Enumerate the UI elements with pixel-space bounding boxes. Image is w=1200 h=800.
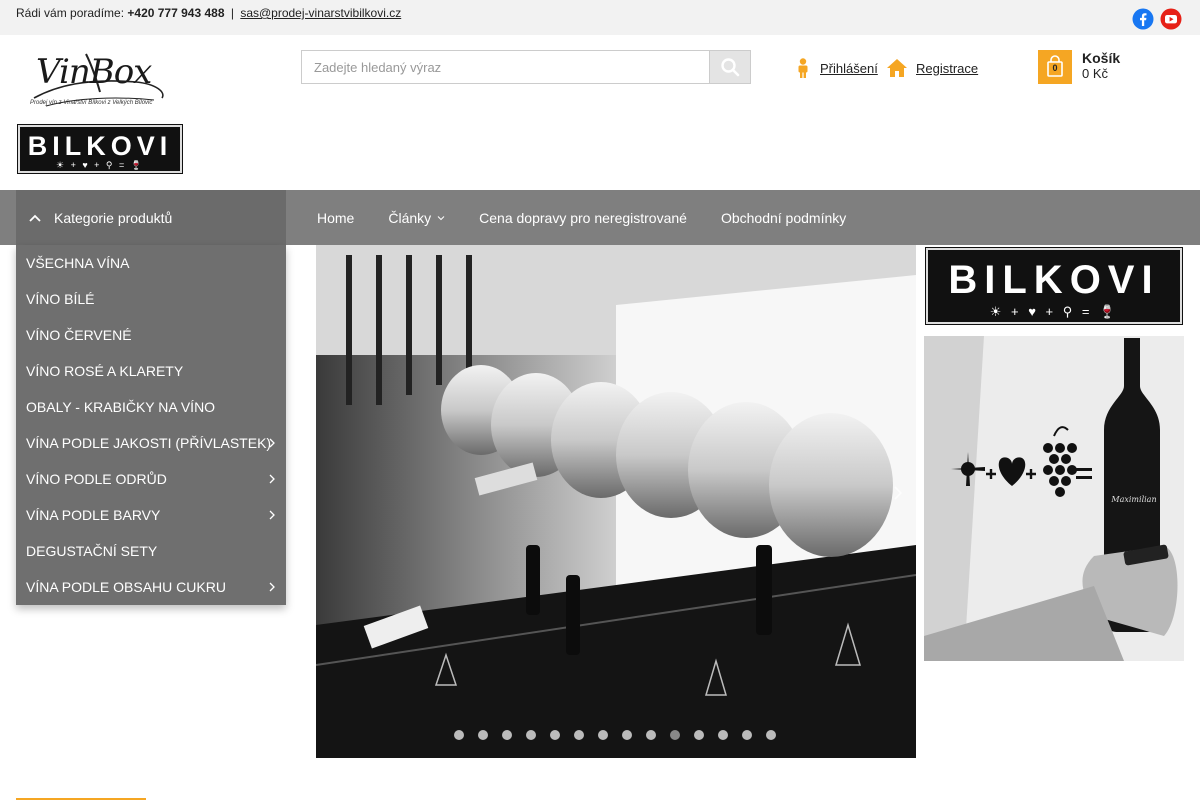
- slider-dot[interactable]: [550, 730, 560, 740]
- cart-widget[interactable]: 0 Košík 0 Kč: [1038, 50, 1120, 84]
- search-icon: [721, 58, 740, 77]
- category-item[interactable]: VÍNO PODLE ODRŮD: [16, 461, 286, 497]
- slider-dot[interactable]: [742, 730, 752, 740]
- youtube-icon[interactable]: [1160, 8, 1182, 30]
- slider-dot[interactable]: [622, 730, 632, 740]
- nav-item-home-label: Home: [317, 209, 355, 226]
- category-item[interactable]: VÍNA PODLE JAKOSTI (PŘÍVLASTEK): [16, 425, 286, 461]
- social-links: [1132, 8, 1182, 30]
- category-label: DEGUSTAČNÍ SETY: [26, 543, 158, 559]
- cart-bag-icon: 0: [1038, 50, 1072, 84]
- chevron-right-icon: [269, 510, 275, 520]
- bottle-label: Maximilian: [1110, 495, 1156, 504]
- login-link-group: Přihlášení: [794, 58, 878, 78]
- slider-dot[interactable]: [694, 730, 704, 740]
- slider-dot[interactable]: [670, 730, 680, 740]
- slider-dot[interactable]: [502, 730, 512, 740]
- category-label: VÍNO PODLE ODRŮD: [26, 471, 167, 487]
- register-link[interactable]: Registrace: [916, 61, 978, 76]
- chevron-up-icon: [29, 214, 41, 222]
- contact-email-link[interactable]: sas@prodej-vinarstvibilkovi.cz: [240, 6, 401, 20]
- slider-dot[interactable]: [526, 730, 536, 740]
- site-logo[interactable]: VinBox Prodej vín z Vinařství Bílkovi z …: [16, 48, 184, 176]
- nav-item-shipping-label: Cena dopravy pro neregistrované: [479, 209, 687, 226]
- category-item[interactable]: DEGUSTAČNÍ SETY: [16, 533, 286, 569]
- contact-intro: Rádi vám poradíme:: [16, 6, 125, 20]
- logo-bilkovi-box: BILKOVI ☀ + ♥ + ⚲ = 🍷: [17, 124, 183, 174]
- category-item[interactable]: VÍNA PODLE BARVY: [16, 497, 286, 533]
- category-list: VŠECHNA VÍNA VÍNO BÍLÉ VÍNO ČERVENÉ VÍNO…: [16, 245, 286, 605]
- nav-item-terms[interactable]: Obchodní podmínky: [704, 210, 863, 226]
- home-icon: [887, 59, 907, 77]
- slider-dot[interactable]: [454, 730, 464, 740]
- logo-brand-text: VinBox: [36, 52, 152, 92]
- category-label: VÍNA PODLE OBSAHU CUKRU: [26, 579, 226, 595]
- chevron-right-icon: [269, 582, 275, 592]
- category-item[interactable]: VÍNO BÍLÉ: [16, 281, 286, 317]
- category-label: VÍNA PODLE BARVY: [26, 507, 161, 523]
- banner-symbols: ☀ + ♥ + ⚲ = 🍷: [989, 304, 1119, 319]
- login-link[interactable]: Přihlášení: [820, 61, 878, 76]
- category-item[interactable]: OBALY - KRABIČKY NA VÍNO: [16, 389, 286, 425]
- cart-price: 0 Kč: [1082, 66, 1109, 81]
- main-navigation-bar: Kategorie produktů Home Články Cena dopr…: [0, 190, 1200, 245]
- register-link-group: Registrace: [886, 58, 978, 78]
- category-item[interactable]: VÍNO ROSÉ A KLARETY: [16, 353, 286, 389]
- logo-symbols: ☀ + ♥ + ⚲ = 🍷: [56, 160, 144, 170]
- facebook-icon[interactable]: [1132, 8, 1154, 30]
- slider-dot[interactable]: [574, 730, 584, 740]
- bilkovi-banner[interactable]: BILKOVI ☀ + ♥ + ⚲ = 🍷: [925, 247, 1183, 325]
- search-bar: [301, 50, 751, 84]
- slider-next-arrow-icon[interactable]: [890, 485, 906, 501]
- cart-title: Košík: [1082, 50, 1121, 66]
- cart-count: 0: [1052, 63, 1058, 73]
- category-label: VÍNO ROSÉ A KLARETY: [26, 363, 184, 379]
- category-label: VÍNO BÍLÉ: [26, 291, 95, 307]
- nav-item-shipping[interactable]: Cena dopravy pro neregistrované: [462, 210, 704, 226]
- wine-bottle-banner[interactable]: Maximilian: [924, 336, 1184, 661]
- categories-toggle[interactable]: Kategorie produktů: [16, 190, 286, 245]
- slider-dot[interactable]: [598, 730, 608, 740]
- contact-separator: |: [230, 6, 234, 20]
- wine-cellar-photo: [316, 245, 916, 758]
- category-label: VÍNA PODLE JAKOSTI (PŘÍVLASTEK): [26, 435, 272, 451]
- slider-dot[interactable]: [646, 730, 656, 740]
- slider-dot[interactable]: [766, 730, 776, 740]
- categories-label: Kategorie produktů: [54, 209, 173, 226]
- category-item[interactable]: VÍNO ČERVENÉ: [16, 317, 286, 353]
- category-item[interactable]: VŠECHNA VÍNA: [16, 245, 286, 281]
- slider-dot[interactable]: [718, 730, 728, 740]
- nav-item-articles[interactable]: Články: [371, 210, 462, 226]
- logo-bilkovi-text: BILKOVI: [27, 131, 173, 161]
- hand-holding-bottle-photo: Maximilian: [924, 336, 1184, 661]
- banner-bilkovi-text: BILKOVI: [948, 258, 1160, 302]
- category-item[interactable]: VÍNA PODLE OBSAHU CUKRU: [16, 569, 286, 605]
- main-menu: Home Články Cena dopravy pro neregistrov…: [300, 190, 863, 245]
- contact-phone[interactable]: +420 777 943 488: [127, 6, 224, 20]
- logo-tagline: Prodej vín z Vinařství Bílkovi z Velkých…: [30, 100, 153, 106]
- nav-item-home[interactable]: Home: [300, 210, 371, 226]
- nav-item-articles-label: Články: [388, 209, 432, 226]
- category-label: OBALY - KRABIČKY NA VÍNO: [26, 399, 216, 415]
- slider-pagination: [454, 730, 776, 740]
- chevron-right-icon: [269, 438, 275, 448]
- search-input[interactable]: [301, 50, 709, 84]
- user-icon: [798, 58, 808, 78]
- category-label: VÍNO ČERVENÉ: [26, 327, 132, 343]
- top-bar: Rádi vám poradíme: +420 777 943 488 | sa…: [0, 0, 1200, 35]
- chevron-right-icon: [269, 474, 275, 484]
- chevron-down-icon: [437, 215, 445, 220]
- slider-dot[interactable]: [478, 730, 488, 740]
- search-button[interactable]: [709, 50, 751, 84]
- contact-info: Rádi vám poradíme: +420 777 943 488 | sa…: [16, 6, 401, 20]
- category-label: VŠECHNA VÍNA: [26, 255, 130, 271]
- cart-text: Košík 0 Kč: [1082, 50, 1120, 84]
- nav-item-terms-label: Obchodní podmínky: [720, 209, 847, 226]
- hero-slider[interactable]: [316, 245, 916, 758]
